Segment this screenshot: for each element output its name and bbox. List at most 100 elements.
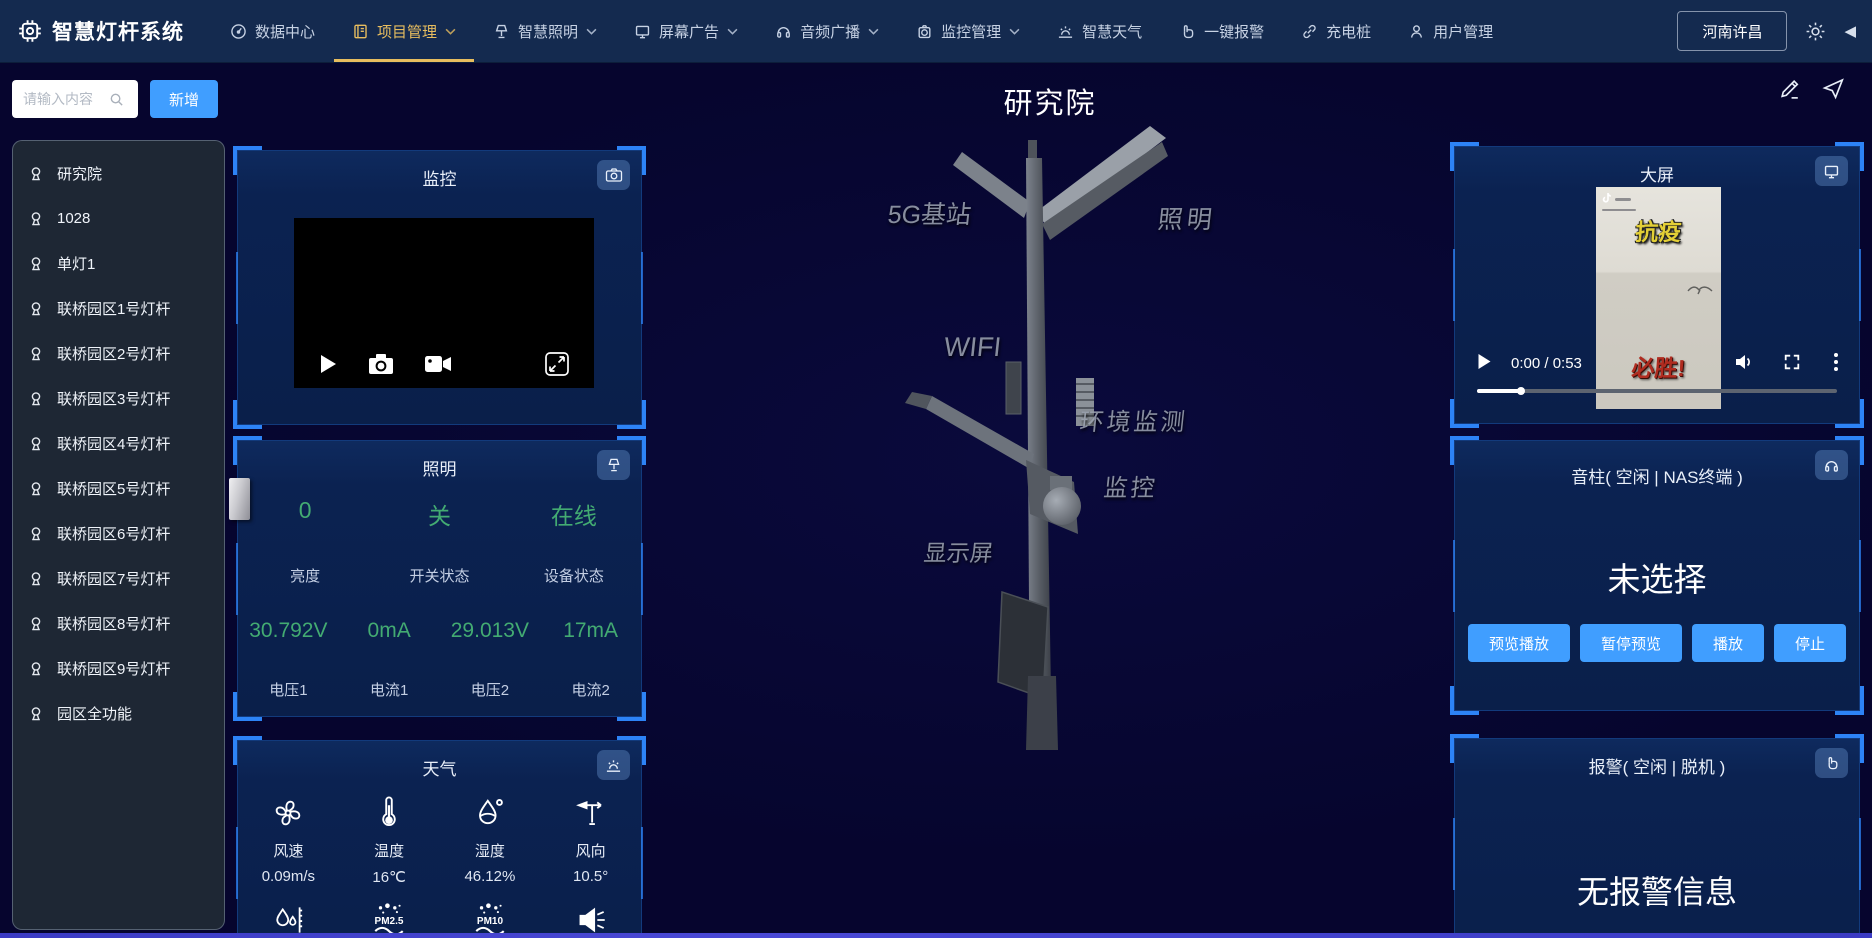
device-item[interactable]: 联桥园区9号灯杆 — [13, 646, 224, 691]
thermometer-icon — [369, 793, 409, 833]
lamp-pole-pin-icon — [28, 436, 44, 452]
wind-speed-fan-icon — [268, 793, 308, 833]
lamp-pole-pin-icon — [28, 256, 44, 272]
wind-speed-value: 0.09m/s — [262, 868, 315, 885]
lamp-pole-pin-icon — [28, 346, 44, 362]
nav-item-user-management[interactable]: 用户管理 — [1408, 0, 1493, 62]
nav-item-surveillance[interactable]: 监控管理 — [916, 0, 1020, 62]
play-button[interactable]: 播放 — [1692, 624, 1764, 662]
surveillance-icon — [916, 23, 933, 40]
weather-panel: 天气 风速 0.09m/s — [237, 740, 642, 938]
weather-button[interactable] — [597, 750, 630, 780]
nav-item-charging-pile[interactable]: 充电桩 — [1301, 0, 1371, 62]
user-management-icon — [1408, 23, 1425, 40]
video-time: 0:00 / 0:53 — [1511, 355, 1582, 372]
snapshot-camera-icon[interactable] — [368, 353, 394, 375]
big-screen-button[interactable] — [1815, 156, 1848, 186]
add-button[interactable]: 新增 — [150, 80, 218, 118]
fullscreen-icon[interactable] — [1783, 353, 1801, 371]
photo-camera-icon — [605, 167, 623, 183]
project-icon — [352, 23, 369, 40]
nav-item-smart-weather[interactable]: 智慧天气 — [1057, 0, 1142, 62]
weather-metrics-row: 风速 0.09m/s 温度 16℃ 湿度 46.12% — [238, 793, 641, 886]
lamp-pole-pin-icon — [28, 211, 44, 227]
lighting-lamp-button[interactable] — [597, 450, 630, 480]
device-list: 研究院 1028 单灯1 联桥园区1号灯杆 联桥园区2号灯杆 联桥园区3号灯杆 … — [12, 140, 225, 930]
chevron-down-icon — [1009, 28, 1020, 35]
sidebar-collapse-handle[interactable] — [229, 478, 250, 520]
device-state-value: 在线 — [507, 497, 641, 531]
nav-item-data-center[interactable]: 数据中心 — [230, 0, 315, 62]
device-item[interactable]: 联桥园区4号灯杆 — [13, 421, 224, 466]
lighting-stats-labels: 亮度 开关状态 设备状态 — [238, 565, 641, 586]
voltage2-value: 29.013V — [440, 619, 541, 643]
device-item[interactable]: 联桥园区8号灯杆 — [13, 601, 224, 646]
fullscreen-icon[interactable] — [544, 351, 570, 377]
alarm-hand-button[interactable] — [1815, 748, 1848, 778]
humidity-value: 46.12% — [464, 868, 515, 885]
lighting-readings-values: 30.792V 0mA 29.013V 17mA — [238, 619, 641, 643]
navigate-arrow-icon[interactable] — [1821, 76, 1846, 101]
temperature-value: 16℃ — [372, 868, 406, 886]
pause-preview-button[interactable]: 暂停预览 — [1580, 624, 1682, 662]
alarm-panel: 报警( 空闲 | 脱机 ) 无报警信息 — [1454, 738, 1860, 938]
edit-pencil-icon[interactable] — [1778, 76, 1803, 101]
device-item[interactable]: 研究院 — [13, 151, 224, 196]
lamp-pole-pin-icon — [28, 301, 44, 317]
collapse-panel-icon[interactable]: ◀ — [1844, 22, 1856, 40]
device-item[interactable]: 联桥园区2号灯杆 — [13, 331, 224, 376]
monitor-panel-title: 监控 — [238, 165, 641, 190]
nav-item-one-key-alarm[interactable]: 一键报警 — [1179, 0, 1264, 62]
weather-metric-wind-speed: 风速 0.09m/s — [238, 793, 339, 886]
video-progress-bar[interactable] — [1477, 389, 1837, 393]
play-icon[interactable] — [318, 353, 338, 375]
device-item[interactable]: 单灯1 — [13, 241, 224, 286]
device-item[interactable]: 联桥园区5号灯杆 — [13, 466, 224, 511]
device-item[interactable]: 联桥园区6号灯杆 — [13, 511, 224, 556]
chevron-down-icon — [586, 28, 597, 35]
device-item[interactable]: 联桥园区1号灯杆 — [13, 286, 224, 331]
record-video-icon[interactable] — [424, 354, 452, 374]
wind-vane-icon — [571, 793, 611, 833]
current2-value: 17mA — [540, 619, 641, 643]
weather-metric-wind-direction: 风向 10.5° — [540, 793, 641, 886]
search-box — [12, 80, 138, 118]
monitor-camera-button[interactable] — [597, 160, 630, 190]
monitor-icon — [1823, 163, 1840, 180]
voltage1-value: 30.792V — [238, 619, 339, 643]
headset-icon — [1823, 457, 1840, 474]
smart-weather-icon — [1057, 23, 1074, 40]
progress-played — [1477, 389, 1521, 393]
smart-lighting-icon — [493, 23, 510, 40]
nav-item-screen-ads[interactable]: 屏幕广告 — [634, 0, 738, 62]
kebab-menu-icon[interactable] — [1833, 352, 1839, 372]
gear-icon[interactable] — [1805, 21, 1826, 42]
speaker-panel: 音柱( 空闲 | NAS终端 ) 未选择 预览播放 暂停预览 播放 停止 — [1454, 440, 1860, 711]
pole-label-env: 环境监测 — [1078, 402, 1190, 437]
bottom-accent-strip — [0, 933, 1872, 938]
nav-item-audio-broadcast[interactable]: 音频广播 — [775, 0, 879, 62]
smart-lamp-system-app: 智慧灯杆系统 数据中心 项目管理 智慧照明 — [0, 0, 1872, 938]
speaker-headset-button[interactable] — [1815, 450, 1848, 480]
cctv-video-area[interactable] — [294, 218, 594, 388]
search-input[interactable] — [21, 90, 109, 108]
play-icon[interactable] — [1477, 353, 1492, 370]
progress-thumb[interactable] — [1517, 387, 1525, 395]
chevron-down-icon — [727, 28, 738, 35]
main-menu: 数据中心 项目管理 智慧照明 屏幕广告 — [230, 0, 1493, 62]
device-item[interactable]: 联桥园区7号灯杆 — [13, 556, 224, 601]
preview-play-button[interactable]: 预览播放 — [1468, 624, 1570, 662]
volume-icon[interactable] — [1734, 353, 1755, 371]
brightness-value: 0 — [238, 497, 372, 531]
device-item[interactable]: 园区全功能 — [13, 691, 224, 736]
search-icon — [109, 92, 124, 107]
region-button[interactable]: 河南许昌 — [1677, 11, 1787, 51]
nav-item-project-management[interactable]: 项目管理 — [352, 0, 456, 62]
device-item[interactable]: 联桥园区3号灯杆 — [13, 376, 224, 421]
nav-item-smart-lighting[interactable]: 智慧照明 — [493, 0, 597, 62]
chevron-down-icon — [868, 28, 879, 35]
device-item[interactable]: 1028 — [13, 196, 224, 241]
speaker-status-text: 未选择 — [1455, 553, 1859, 601]
stop-button[interactable]: 停止 — [1774, 624, 1846, 662]
charging-pile-icon — [1301, 23, 1318, 40]
